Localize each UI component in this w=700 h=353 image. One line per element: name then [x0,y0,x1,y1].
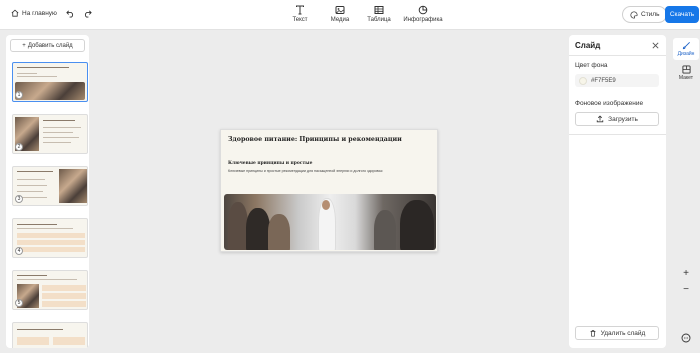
style-label: Стиль [641,11,660,18]
palette-icon [630,10,638,19]
color-swatch[interactable] [579,76,587,85]
slide-thumbnail-6[interactable] [12,322,88,348]
tool-infographic[interactable]: Инфографика [398,5,448,23]
slide-subtitle[interactable]: Ключевые принципы и простые [228,161,312,166]
zoom-in-button[interactable]: + [680,267,692,279]
upload-label: Загрузить [608,115,638,123]
zoom-out-button[interactable]: − [680,283,692,295]
slide-number: 3 [15,195,23,203]
tool-table[interactable]: Таблица [360,5,398,23]
bg-color-field[interactable]: #F7F5E9 [575,74,659,87]
slide-number: 2 [15,143,23,151]
slide-number: 4 [15,247,23,255]
tab-design[interactable]: Дизайн [673,38,699,60]
undo-icon[interactable] [66,9,75,18]
delete-slide-label: Удалить слайд [600,329,646,337]
tool-text[interactable]: Текст [280,5,320,23]
home-label: На главную [22,9,57,17]
slide-photo[interactable] [224,194,436,250]
tab-layout[interactable]: Макет [673,62,699,84]
side-tabs: Дизайн Макет [672,35,700,353]
home-icon [11,9,19,17]
top-toolbar: На главную Текст Медиа Таблица Инфографи… [0,0,700,30]
redo-icon[interactable] [83,9,92,18]
text-icon [296,5,304,15]
slide-number: 5 [15,299,23,307]
bg-image-label: Фоновое изображение [575,100,644,107]
upload-icon [596,115,604,123]
slide-description[interactable]: Ключевые принципы и простые рекомендации… [228,169,382,173]
download-button[interactable]: Скачать [665,6,699,23]
style-button[interactable]: Стиль [622,6,668,23]
add-slide-label: Добавить слайд [27,42,73,49]
slide-thumbnail-3[interactable]: 3 [12,166,88,206]
add-slide-button[interactable]: + Добавить слайд [10,39,85,52]
slide-number: 1 [15,91,23,99]
image-icon [335,6,345,14]
layout-icon [681,65,691,74]
bg-color-value: #F7F5E9 [591,77,616,84]
tab-design-label: Дизайн [677,51,695,57]
tool-table-label: Таблица [367,17,391,23]
tab-layout-label: Макет [678,75,694,81]
tool-media-label: Медиа [330,17,350,23]
pie-chart-icon [418,5,428,15]
brush-icon [682,42,690,50]
tool-infographic-label: Инфографика [403,17,443,23]
table-icon [374,6,384,14]
divider [569,55,666,56]
trash-icon [590,330,596,337]
home-button[interactable]: На главную [11,9,57,17]
upload-button[interactable]: Загрузить [575,112,659,126]
slide-thumbnail-2[interactable]: 2 [12,114,88,154]
slide-thumbnail-5[interactable]: 5 [12,270,88,310]
plus-icon: + [22,42,26,49]
divider [569,134,666,135]
slides-panel: + Добавить слайд 1 2 3 4 5 [6,35,89,348]
slide-title[interactable]: Здоровое питание: Принципы и рекомендаци… [228,136,402,143]
tool-media[interactable]: Медиа [320,5,360,23]
chat-icon[interactable] [681,333,691,343]
panel-title: Слайд [575,41,601,50]
slide-settings-panel: Слайд Цвет фона #F7F5E9 Фоновое изображе… [569,35,666,348]
delete-slide-button[interactable]: Удалить слайд [575,326,659,340]
bg-color-label: Цвет фона [575,62,608,69]
slide-thumbnail-1[interactable]: 1 [12,62,88,102]
slide-thumbnail-4[interactable]: 4 [12,218,88,258]
slide-canvas[interactable]: Здоровое питание: Принципы и рекомендаци… [220,129,438,252]
tool-text-label: Текст [292,17,308,23]
close-icon[interactable] [651,41,660,50]
